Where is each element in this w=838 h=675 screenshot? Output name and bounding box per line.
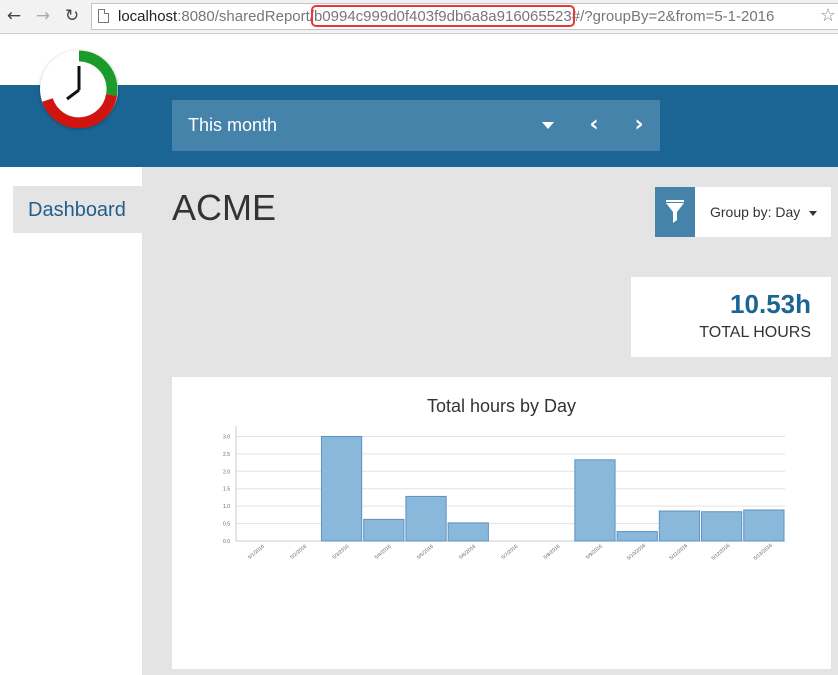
chart-bar: [363, 518, 405, 542]
x-tick-label: 5/5/2016: [416, 544, 435, 561]
x-tick-label: 5/2/2016: [289, 544, 308, 561]
x-tick-label: 5/6/2016: [458, 544, 477, 561]
y-tick-label: 2.5: [223, 452, 230, 458]
url-text[interactable]: localhost:8080/sharedReport/b0994c999d0f…: [118, 8, 774, 25]
bar-chart: 0.0 0.5 1.0 1.5 2.0 2.5 3.0 5/1/2016 5/2/2016 5/3…: [223, 426, 785, 562]
filter-icon: [666, 200, 684, 223]
y-tick-label: 0.5: [223, 522, 230, 528]
x-tick-label: 5/13/2016: [753, 543, 774, 562]
url-path: :8080/sharedReport/: [177, 8, 314, 25]
y-tick-label: 1.0: [223, 504, 230, 510]
filter-button[interactable]: [655, 187, 695, 237]
page-icon: [98, 9, 109, 23]
sidebar: Dashboard: [0, 167, 142, 675]
chart-bar: [405, 495, 447, 542]
x-tick-label: 5/11/2016: [668, 543, 689, 562]
chart-bar: [701, 511, 743, 542]
forward-arrow-icon[interactable]: →: [33, 6, 53, 26]
page-title: ACME: [172, 187, 277, 228]
app-top-strip: [0, 35, 838, 85]
caret-down-icon: [809, 211, 817, 216]
chart-bar: [447, 522, 489, 542]
total-hours-value: 10.53h: [730, 289, 811, 319]
next-period-icon[interactable]: ›: [624, 110, 654, 140]
x-tick-label: 5/12/2016: [711, 543, 732, 562]
y-tick-label: 0.0: [223, 539, 230, 545]
y-tick-label: 2.0: [223, 469, 230, 475]
previous-period-icon[interactable]: ‹: [579, 110, 609, 140]
group-by-label: Group by: Day: [710, 204, 801, 220]
chart-bar: [658, 510, 701, 542]
chart-card: Total hours by Day 0.0 0.5 1.0 1.5 2.0 2.5 3.0…: [172, 377, 831, 669]
url-query: #/?groupBy=2&from=5-1-2016: [571, 8, 775, 25]
bookmark-star-icon[interactable]: ☆: [820, 5, 836, 26]
sidebar-item-dashboard[interactable]: Dashboard: [13, 186, 142, 233]
x-tick-label: 5/9/2016: [585, 544, 604, 561]
clock-logo-icon[interactable]: [40, 50, 118, 129]
x-tick-label: 5/7/2016: [500, 544, 519, 561]
chart-bar: [574, 459, 616, 542]
total-hours-card: 10.53h TOTAL HOURS: [631, 277, 831, 357]
total-hours-label: TOTAL HOURS: [699, 324, 811, 341]
x-tick-label: 5/1/2016: [247, 544, 266, 561]
x-tick-label: 5/10/2016: [626, 543, 647, 562]
x-tick-label: 5/8/2016: [543, 544, 562, 561]
chart-bar: [743, 509, 785, 542]
y-tick-label: 3.0: [223, 434, 230, 440]
x-tick-label: 5/3/2016: [332, 544, 351, 561]
chevron-down-icon[interactable]: [542, 122, 554, 129]
address-bar[interactable]: localhost:8080/sharedReport/b0994c999d0f…: [91, 3, 838, 30]
url-report-id: b0994c999d0f403f9db6a8a916065523: [313, 8, 572, 25]
date-range-label: This month: [188, 115, 278, 135]
x-tick-label: 5/4/2016: [374, 544, 393, 561]
chart-bar: [320, 435, 363, 542]
y-tick-label: 1.5: [223, 487, 230, 493]
browser-toolbar: ← → ↻ localhost:8080/sharedReport/b0994c…: [0, 0, 838, 34]
url-host: localhost: [118, 8, 178, 25]
group-by-dropdown[interactable]: Group by: Day: [695, 187, 831, 237]
chart-bar: [616, 531, 658, 542]
date-range-selector[interactable]: This month ‹ ›: [172, 100, 660, 151]
sidebar-item-label: Dashboard: [28, 199, 126, 221]
reload-icon[interactable]: ↻: [62, 6, 82, 26]
back-arrow-icon[interactable]: ←: [4, 6, 24, 26]
